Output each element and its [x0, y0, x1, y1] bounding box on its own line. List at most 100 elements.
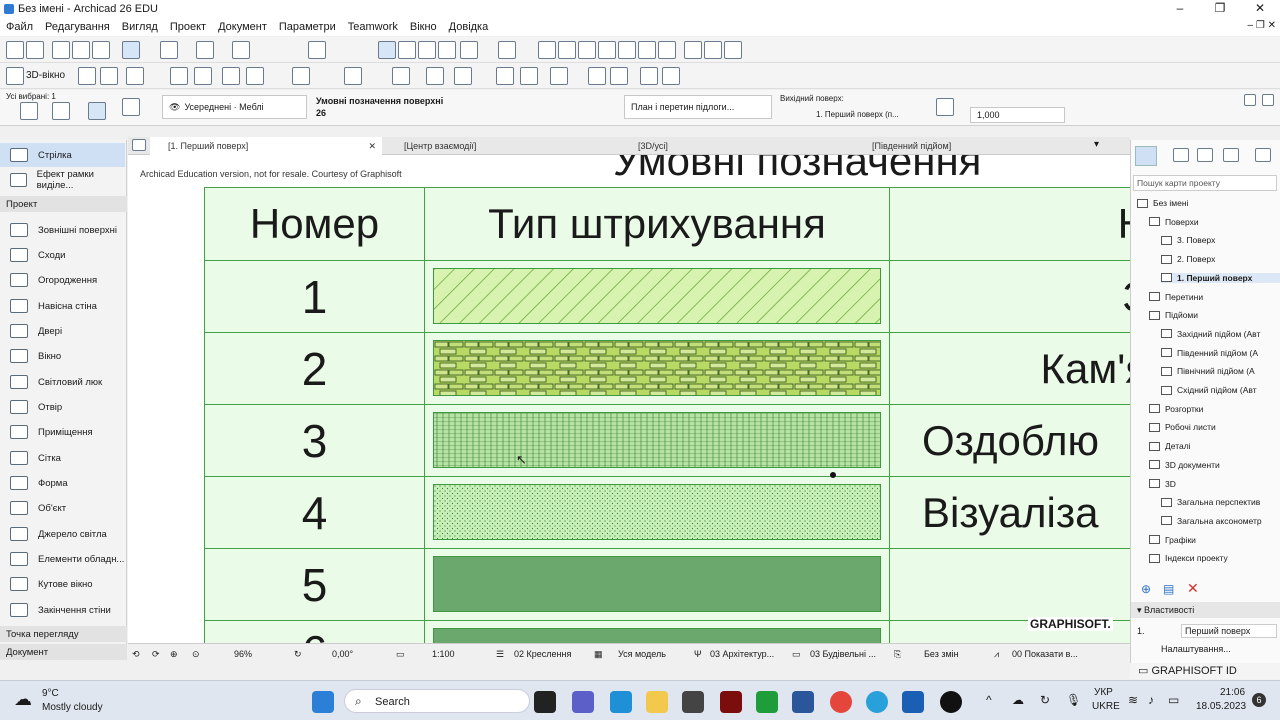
volume-icon[interactable]: ♪: [1148, 693, 1154, 707]
wifi-icon[interactable]: ≋: [1128, 693, 1138, 707]
material-icon[interactable]: [454, 67, 472, 85]
tree-item[interactable]: 1. Перший поверх: [1161, 272, 1280, 283]
notification-badge[interactable]: 6: [1252, 693, 1266, 707]
selection-node[interactable]: [830, 472, 836, 478]
zoom-in-icon[interactable]: ⊕: [170, 649, 178, 660]
tree-item[interactable]: Деталі: [1149, 441, 1191, 451]
tree-item[interactable]: Західний підйом (Авт: [1161, 329, 1260, 339]
redo-view-icon[interactable]: ⟳: [152, 649, 160, 660]
hatch-swatch-stone[interactable]: [433, 340, 881, 396]
search-box[interactable]: ⌕ Search: [344, 689, 530, 713]
telegram-icon[interactable]: [866, 691, 888, 713]
file-explorer-icon[interactable]: [646, 691, 668, 713]
settings-button[interactable]: Налаштування...: [1161, 644, 1231, 654]
tool-item[interactable]: Вікно: [0, 344, 125, 368]
menu-window[interactable]: Вікно: [410, 21, 437, 33]
structure-display[interactable]: 03 Будівельні ...: [810, 649, 876, 659]
tool-item[interactable]: Кутове вікно: [0, 572, 125, 596]
zoom-area-icon[interactable]: [460, 41, 478, 59]
3d-window-button[interactable]: 3D-вікно: [26, 70, 65, 81]
cross-icon[interactable]: [418, 41, 436, 59]
menu-edit[interactable]: Редагування: [45, 21, 110, 33]
delete-icon[interactable]: ✕: [1187, 580, 1199, 597]
tool-marquee[interactable]: Ефект рамки виділе...: [0, 168, 125, 192]
dimension-display[interactable]: 00 Показати в...: [1012, 649, 1078, 659]
tool-item[interactable]: Сходи: [0, 243, 125, 267]
walk-icon[interactable]: [170, 67, 188, 85]
tree-item[interactable]: Поверхи: [1149, 217, 1199, 227]
minimize-button[interactable]: –: [1160, 1, 1200, 17]
section-document[interactable]: Документ: [0, 644, 127, 660]
close-button[interactable]: ✕: [1240, 1, 1280, 17]
clock-date[interactable]: 18.05.2023: [1196, 701, 1246, 712]
menu-options[interactable]: Параметри: [279, 21, 336, 33]
tree-item[interactable]: Без імені: [1137, 198, 1188, 208]
battery-icon[interactable]: ▭: [1168, 693, 1179, 707]
geometry-icon[interactable]: [20, 102, 38, 120]
tree-item[interactable]: 2. Поверх: [1161, 254, 1215, 264]
publish-icon[interactable]: [588, 67, 606, 85]
tabs-overview-icon[interactable]: [132, 139, 146, 151]
tool-item[interactable]: Зовнішні поверхні: [0, 218, 125, 242]
lang-top[interactable]: УКР: [1094, 687, 1113, 698]
menu-file[interactable]: Файл: [6, 21, 33, 33]
panel-expand-icon[interactable]: [1262, 94, 1274, 106]
grid-icon[interactable]: [232, 41, 250, 59]
tree-item[interactable]: Розгортки: [1149, 404, 1203, 414]
anchor-icon[interactable]: [122, 98, 140, 116]
clock-time[interactable]: 21:06: [1220, 687, 1245, 698]
dimension-icon[interactable]: [640, 67, 658, 85]
tool-item[interactable]: Елементи обладн...: [0, 547, 125, 571]
view-mode-select[interactable]: 👁 Усереднені · Меблі: [162, 95, 307, 119]
link-icon[interactable]: [724, 41, 742, 59]
layer-combination[interactable]: 02 Креслення: [514, 649, 571, 659]
guide-lines-icon[interactable]: [160, 41, 178, 59]
graphisoft-id-bar[interactable]: ▭ GRAPHISOFT ID: [1130, 663, 1280, 679]
3d-window-icon[interactable]: [6, 67, 24, 85]
tab-3d[interactable]: [3D/усі]: [620, 137, 850, 155]
maximize-button[interactable]: ❐: [1200, 1, 1240, 17]
properties-name-field[interactable]: Перший поверх: [1181, 624, 1277, 638]
menu-project[interactable]: Проект: [170, 21, 206, 33]
compare-icon[interactable]: [438, 41, 456, 59]
tree-item[interactable]: 3. Поверх: [1161, 235, 1215, 245]
cutaway-icon[interactable]: [246, 67, 264, 85]
intersect-icon[interactable]: [578, 41, 596, 59]
fillet-icon[interactable]: [598, 41, 616, 59]
cloud-icon[interactable]: ☁: [1012, 693, 1024, 707]
adjust-icon[interactable]: [558, 41, 576, 59]
tool-item[interactable]: Сітка: [0, 446, 125, 470]
tab-menu-icon[interactable]: ▾: [1094, 139, 1099, 150]
menu-teamwork[interactable]: Teamwork: [348, 21, 398, 33]
word-icon[interactable]: [792, 691, 814, 713]
tool-item[interactable]: Джерело світла: [0, 522, 125, 546]
view-map-icon[interactable]: [1173, 148, 1189, 162]
rotate-icon[interactable]: [498, 41, 516, 59]
tree-item[interactable]: Східний підйом (Авт: [1161, 385, 1257, 395]
tree-item[interactable]: 3D документи: [1149, 460, 1220, 470]
tool-item[interactable]: Отвір: [0, 395, 125, 419]
properties-header[interactable]: ▾ Властивості: [1131, 602, 1280, 618]
tool-item[interactable]: Навісна стіна: [0, 294, 125, 318]
roof-icon[interactable]: [658, 41, 676, 59]
drawing-canvas[interactable]: Archicad Education version, not for resa…: [128, 155, 1130, 643]
tool-item[interactable]: Об'єкт: [0, 496, 125, 520]
close-icon[interactable]: ✕: [368, 141, 376, 152]
layout-book-icon[interactable]: [1197, 148, 1213, 162]
panel-close-icon[interactable]: [1244, 94, 1256, 106]
pen-set[interactable]: 03 Архітектур...: [710, 649, 774, 659]
scale-value[interactable]: 1:100: [432, 649, 455, 659]
hatch-swatch-dots[interactable]: [433, 484, 881, 540]
menu-document[interactable]: Документ: [218, 21, 267, 33]
publisher-icon[interactable]: [1223, 148, 1239, 162]
surface-icon[interactable]: [426, 67, 444, 85]
xbox-icon[interactable]: [756, 691, 778, 713]
tree-item[interactable]: 3D: [1149, 479, 1176, 489]
zoom-icon[interactable]: [610, 67, 628, 85]
tab-first-floor[interactable]: [1. Перший поверх] ✕: [150, 137, 382, 155]
redo-icon[interactable]: [26, 41, 44, 59]
chrome-icon[interactable]: [830, 691, 852, 713]
inject-icon[interactable]: [72, 41, 90, 59]
tool-item[interactable]: Закінчення стіни: [0, 598, 125, 622]
tree-item[interactable]: Південний підйом (А: [1161, 348, 1258, 358]
